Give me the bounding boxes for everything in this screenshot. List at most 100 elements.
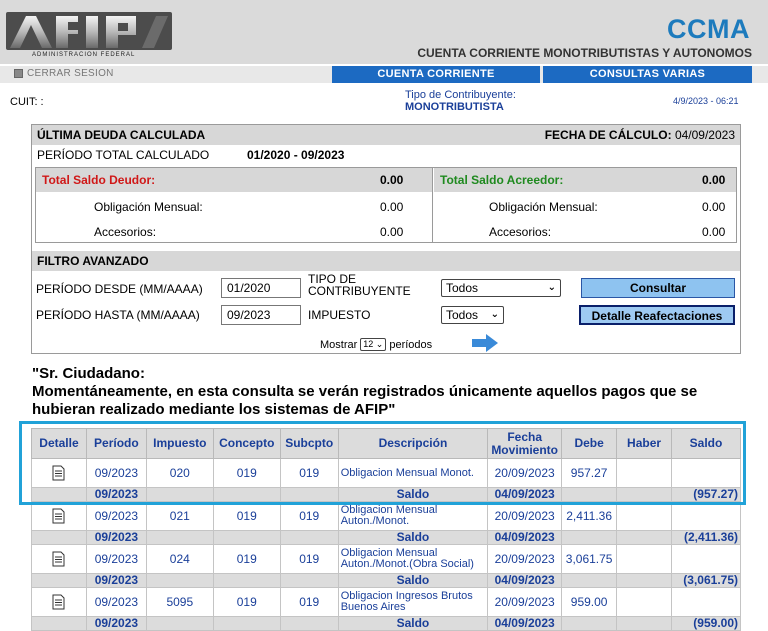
subcpto-cell: 019 [279,501,339,531]
tipo-contribuyente-filter-label-2: CONTRIBUYENTE [308,284,411,298]
saldo-cell [671,544,741,574]
saldo-periodo-cell: 09/2023 [85,530,147,545]
saldo-periodo-cell: 09/2023 [85,616,147,631]
filtro-avanzado-title: FILTRO AVANZADO [37,254,149,268]
saldo-label-cell: Saldo [337,616,489,631]
fecha-calculo-value: 04/09/2023 [674,128,735,142]
tipo-contribuyente-value: MONOTRIBUTISTA [405,101,504,113]
deudor-obligacion-value: 0.00 [380,200,404,214]
saldo-row: 09/2023 Saldo 04/09/2023 (2,411.36) [31,530,741,545]
saldo-amount-cell: (2,411.36) [671,530,741,545]
periodo-cell: 09/2023 [85,501,147,531]
ultima-deuda-header: ÚLTIMA DEUDA CALCULADA FECHA DE CÁLCULO:… [32,125,740,145]
impuesto-select[interactable]: Todos ⌄ [441,306,504,324]
deudor-accesorios-value: 0.00 [380,225,404,239]
col-saldo: Saldo [671,428,741,459]
saldo-periodo-cell: 09/2023 [85,573,147,588]
saldo-cell [671,458,741,488]
subcpto-cell: 019 [279,458,339,488]
document-icon[interactable] [52,551,65,567]
acreedor-obligacion-label: Obligación Mensual: [489,200,598,214]
descripcion-cell: Obligacion Mensual Monot. [337,458,489,488]
saldo-cell [671,501,741,531]
detalle-cell[interactable] [31,458,87,488]
consultar-button[interactable]: Consultar [581,278,735,298]
saldo-deudor-column: Total Saldo Deudor: 0.00 Obligación Mens… [36,168,433,242]
page-header: ADMINISTRACION FEDERAL CCMA CUENTA CORRI… [0,0,768,64]
detalle-cell[interactable] [31,501,87,531]
impuesto-filter-label: IMPUESTO [308,308,371,322]
deudor-accesorios-label: Accesorios: [94,225,157,239]
table-header-row: Detalle Período Impuesto Concepto Subcpt… [31,428,741,459]
notice-line-2: Momentáneamente, en esta consulta se ver… [32,383,698,418]
tab-cuenta-corriente[interactable]: CUENTA CORRIENTE [332,66,540,83]
document-icon[interactable] [52,594,65,610]
periodo-desde-label: PERÍODO DESDE (MM/AAAA) [36,282,203,296]
fecha-cell: 20/09/2023 [487,587,563,617]
detalle-reafectaciones-button[interactable]: Detalle Reafectaciones [579,305,735,325]
periodo-total-row: PERÍODO TOTAL CALCULADO 01/2020 - 09/202… [32,145,740,165]
col-debe: Debe [561,428,618,459]
saldo-deudor-header: Total Saldo Deudor: 0.00 [36,168,432,192]
ultima-deuda-title: ÚLTIMA DEUDA CALCULADA [37,128,206,142]
chevron-down-icon: ⌄ [490,309,499,320]
fecha-cell: 20/09/2023 [487,501,563,531]
tipo-contribuyente-label: Tipo de Contribuyente: [405,89,516,101]
periodo-total-value: 01/2020 - 09/2023 [247,148,345,162]
saldo-fecha-cell: 04/09/2023 [487,616,563,631]
acreedor-obligacion-value: 0.00 [702,200,726,214]
tipo-contribuyente-filter-label: TIPO DE CONTRIBUYENTE [308,273,411,297]
logout-link[interactable]: CERRAR SESION [14,68,114,79]
fecha-cell: 20/09/2023 [487,458,563,488]
saldo-fecha-cell: 04/09/2023 [487,530,563,545]
impuesto-select-value: Todos [446,308,479,322]
saldo-fecha-cell: 04/09/2023 [487,487,563,502]
document-icon[interactable] [52,508,65,524]
periodo-cell: 09/2023 [85,458,147,488]
periodos-count-select[interactable]: 12 ⌄ [360,338,387,351]
periodo-desde-input[interactable] [221,278,301,298]
ciudadano-notice: "Sr. Ciudadano: Momentáneamente, en esta… [32,365,732,419]
notice-line-1: "Sr. Ciudadano: [32,365,145,382]
col-concepto: Concepto [212,428,281,459]
afip-logo: ADMINISTRACION FEDERAL [6,12,172,60]
saldo-amount-cell: (957.27) [671,487,741,502]
next-page-arrow-icon[interactable] [472,334,498,352]
concepto-cell: 019 [212,544,281,574]
haber-cell [616,458,672,488]
detalle-cell[interactable] [31,587,87,617]
col-periodo: Período [85,428,147,459]
saldos-grid: Total Saldo Deudor: 0.00 Obligación Mens… [35,167,737,243]
filtro-avanzado-header: FILTRO AVANZADO [32,251,740,271]
acreedor-accesorios-label: Accesorios: [489,225,552,239]
session-datetime: 4/9/2023 - 06:21 [673,96,739,106]
haber-cell [616,501,672,531]
saldo-deudor-value: 0.00 [380,173,404,187]
saldo-row: 09/2023 Saldo 04/09/2023 (957.27) [31,487,741,502]
detalle-cell[interactable] [31,544,87,574]
col-detalle: Detalle [31,428,87,459]
impuesto-cell: 024 [145,544,214,574]
subcpto-cell: 019 [279,587,339,617]
cuit-label: CUIT: : [10,96,44,108]
periodo-cell: 09/2023 [85,544,147,574]
descripcion-cell: Obligacion Mensual Auton./Monot.(Obra So… [337,544,489,574]
saldo-label-cell: Saldo [337,530,489,545]
periodos-count-value: 12 [363,339,374,349]
tipo-contribuyente-select[interactable]: Todos ⌄ [441,279,561,297]
logout-icon [14,69,23,78]
periodo-total-label: PERÍODO TOTAL CALCULADO [37,148,210,162]
afip-logo-icon [6,12,172,50]
saldo-label-cell: Saldo [337,573,489,588]
table-row: 09/2023 5095 019 019 Obligacion Ingresos… [31,587,741,617]
saldo-acreedor-header: Total Saldo Acreedor: 0.00 [434,168,736,192]
descripcion-cell: Obligacion Ingresos Brutos Buenos Aires [337,587,489,617]
periodos-label: períodos [389,338,433,351]
saldo-row: 09/2023 Saldo 04/09/2023 (3,061.75) [31,573,741,588]
tab-consultas-varias[interactable]: CONSULTAS VARIAS [543,66,752,83]
table-row: 09/2023 021 019 019 Obligacion Mensual A… [31,501,741,531]
periodos-per-page: Mostrar 12 ⌄ períodos [320,338,432,351]
periodo-hasta-input[interactable] [221,305,301,325]
debe-cell: 957.27 [561,458,618,488]
document-icon[interactable] [52,465,65,481]
